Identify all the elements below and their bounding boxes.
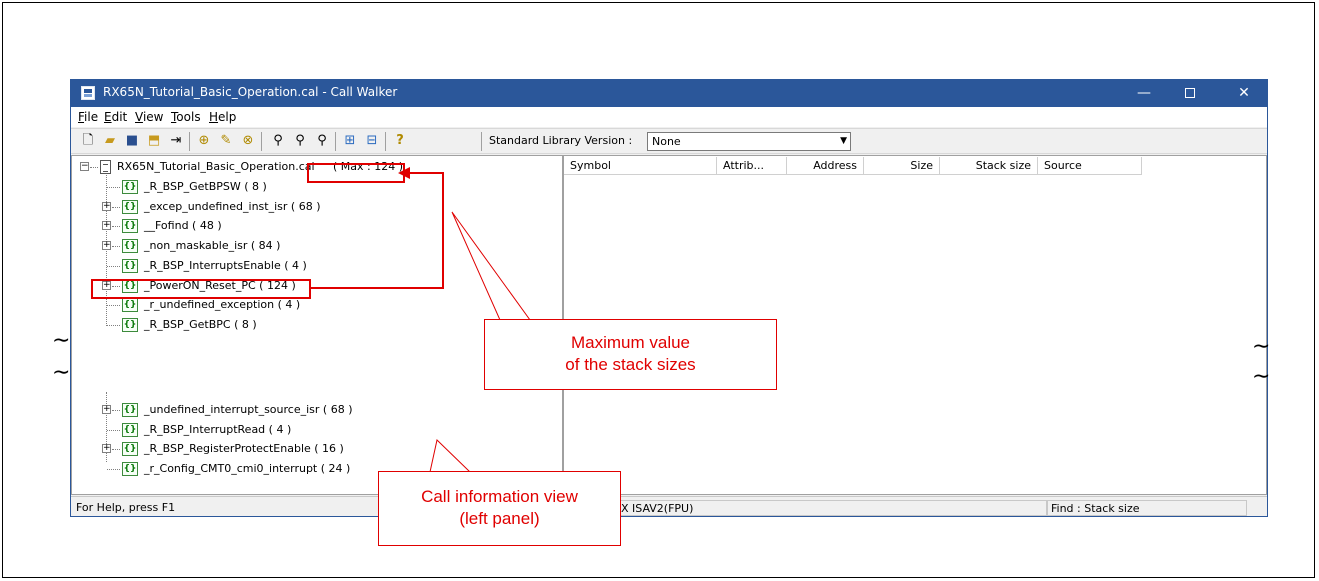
- poweron-reset-highlight: [91, 279, 311, 299]
- max-callout-line1: Maximum value: [570, 333, 691, 352]
- arrow-line: [310, 172, 444, 289]
- max-value-highlight: [307, 163, 405, 183]
- view-callout-line2: (left panel): [459, 509, 540, 528]
- max-value-callout: Maximum value of the stack sizes: [484, 319, 777, 390]
- view-callout-line1: Call information view: [421, 487, 578, 506]
- view-callout-pointer: [429, 439, 472, 473]
- max-callout-pointer: [451, 211, 531, 321]
- max-callout-line2: of the stack sizes: [565, 355, 696, 374]
- call-information-callout: Call information view (left panel): [378, 471, 621, 546]
